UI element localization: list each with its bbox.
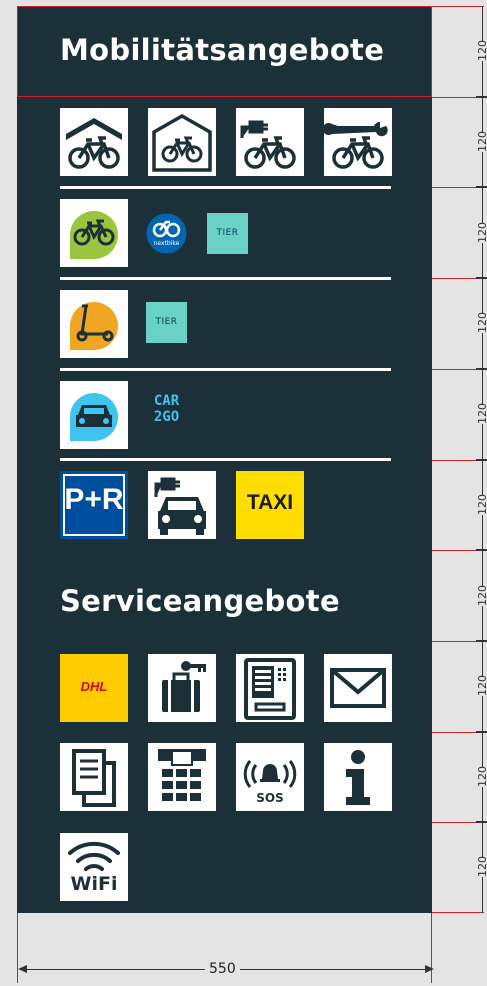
divider: [60, 458, 391, 461]
bike-repair-icon: [324, 108, 392, 176]
nextbike-label: nextbike: [153, 240, 180, 247]
ticket-machine-icon: [236, 654, 304, 722]
sos-label: SOS: [256, 791, 284, 805]
dimension-label: 120: [476, 856, 487, 877]
arrow-right-icon: [425, 965, 434, 973]
guide-line: [432, 912, 484, 913]
dimension-tick: [476, 731, 487, 733]
dimension-label: 120: [476, 494, 487, 515]
emergency-call-icon: SOS: [236, 743, 304, 811]
dhl-label: DHL: [80, 679, 108, 694]
taxi-label: TAXI: [246, 491, 294, 514]
parcel-station-icon: [148, 743, 216, 811]
dimension-label: 120: [476, 40, 487, 61]
tier-label: TIER: [155, 317, 178, 327]
mobility-heading: Mobilitätsangebote: [60, 33, 385, 67]
wifi-label: WiFi: [70, 873, 118, 895]
divider: [60, 368, 391, 371]
car2go-label-top: CAR: [153, 393, 180, 409]
bike-garage-icon: [148, 108, 216, 176]
guide-line: [432, 6, 484, 7]
car2go-label-bottom: 2GO: [153, 409, 180, 425]
dimension-tick: [476, 186, 487, 188]
tier-label: TIER: [216, 228, 239, 238]
ev-charging-icon: [148, 471, 216, 539]
taxi-icon: TAXI: [236, 471, 304, 539]
divider: [60, 277, 391, 280]
dimension-tick: [476, 459, 487, 461]
dhl-icon: DHL: [60, 654, 128, 722]
tier-logo: TIER: [207, 213, 248, 254]
dimension-tick: [476, 549, 487, 551]
info-icon: [324, 743, 392, 811]
nextbike-logo: nextbike: [146, 213, 187, 254]
dimension-tick: [476, 96, 487, 98]
width-dimension-label: 550: [205, 961, 240, 977]
tickets-icon: [60, 743, 128, 811]
dimension-label: 120: [476, 403, 487, 424]
bike-sharing-icon: [60, 199, 128, 267]
bike-shelter-icon: [60, 108, 128, 176]
mail-icon: [324, 654, 392, 722]
dimension-label: 120: [476, 312, 487, 333]
dimension-tick: [476, 821, 487, 823]
wifi-icon: WiFi: [60, 833, 128, 901]
park-and-ride-label: P+R: [64, 483, 124, 516]
dimension-label: 120: [476, 131, 487, 152]
dimension-label: 120: [476, 585, 487, 606]
e-bike-charging-icon: [236, 108, 304, 176]
dimension-tick: [476, 640, 487, 642]
dimension-label: 120: [476, 222, 487, 243]
luggage-locker-icon: [148, 654, 216, 722]
car-sharing-icon: [60, 381, 128, 449]
e-scooter-icon: [60, 290, 128, 358]
dimension-label: 120: [476, 675, 487, 696]
tier-logo: TIER: [146, 302, 187, 343]
car2go-logo: CAR 2GO: [146, 391, 187, 432]
dimension-tick: [476, 368, 487, 370]
divider: [60, 186, 391, 189]
dimension-tick: [476, 277, 487, 279]
service-heading: Serviceangebote: [60, 584, 340, 618]
park-and-ride-icon: P+R: [60, 471, 128, 539]
dimension-label: 120: [476, 766, 487, 787]
arrow-left-icon: [18, 965, 27, 973]
